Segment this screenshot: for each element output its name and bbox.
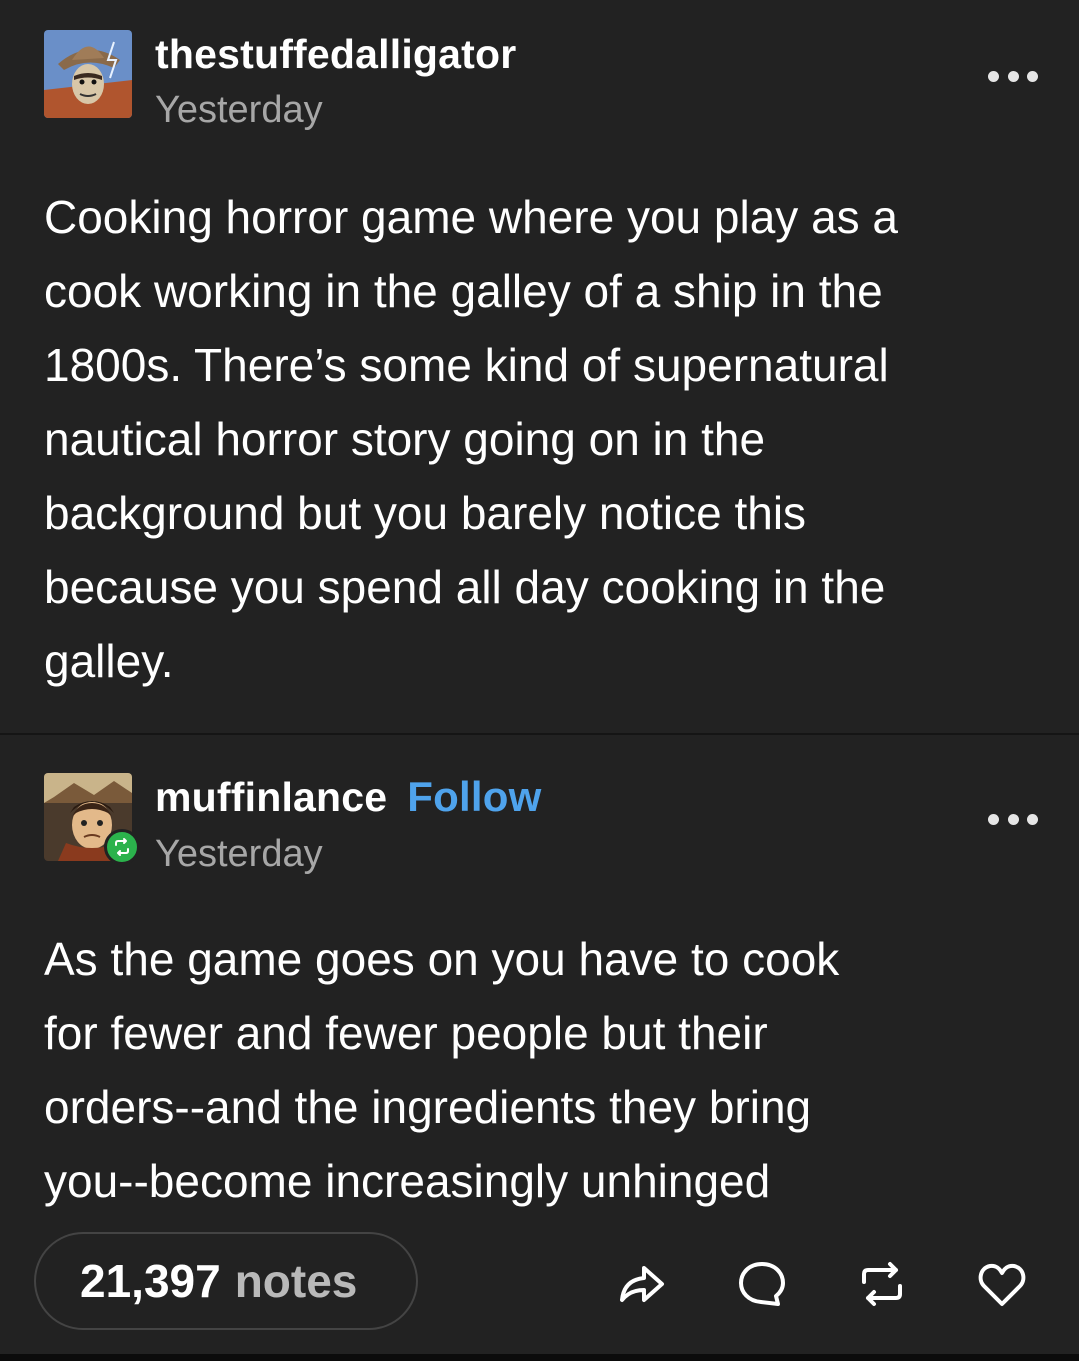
reblog-badge-icon	[104, 829, 140, 865]
notes-count: 21,397	[80, 1255, 221, 1307]
follow-button[interactable]: Follow	[407, 773, 541, 820]
share-icon[interactable]	[614, 1256, 670, 1312]
dot-icon	[988, 813, 999, 825]
original-post: thestuffedalligator Yesterday Cooking ho…	[0, 0, 1079, 733]
reply-icon[interactable]	[734, 1256, 790, 1312]
more-options-button[interactable]	[988, 809, 1038, 829]
dot-icon	[988, 70, 999, 82]
post-username[interactable]: thestuffedalligator	[155, 30, 516, 78]
post-timestamp: Yesterday	[155, 89, 323, 131]
username-link[interactable]: muffinlance	[155, 774, 387, 820]
post-body: As the game goes on you have to cook for…	[44, 933, 840, 1207]
reblog-icon[interactable]	[854, 1256, 910, 1312]
heart-icon[interactable]	[974, 1256, 1030, 1312]
tumblr-thread: thestuffedalligator Yesterday Cooking ho…	[0, 0, 1079, 1354]
notes-button[interactable]: 21,397 notes	[34, 1232, 418, 1330]
more-options-button[interactable]	[988, 66, 1038, 86]
notes-label: notes	[234, 1255, 358, 1307]
bottom-edge	[0, 1354, 1079, 1361]
post-username: muffinlance Follow	[155, 773, 541, 821]
post-body: Cooking horror game where you play as a …	[44, 191, 899, 687]
post-timestamp: Yesterday	[155, 833, 323, 875]
dot-icon	[1027, 813, 1038, 825]
dot-icon	[1007, 70, 1019, 82]
reblog-post: muffinlance Follow Yesterday As the game …	[0, 735, 1079, 1235]
dot-icon	[1027, 70, 1038, 82]
cowboy-avatar[interactable]	[44, 30, 132, 118]
post-footer: 21,397 notes	[0, 1232, 1079, 1332]
dot-icon	[1007, 813, 1019, 825]
